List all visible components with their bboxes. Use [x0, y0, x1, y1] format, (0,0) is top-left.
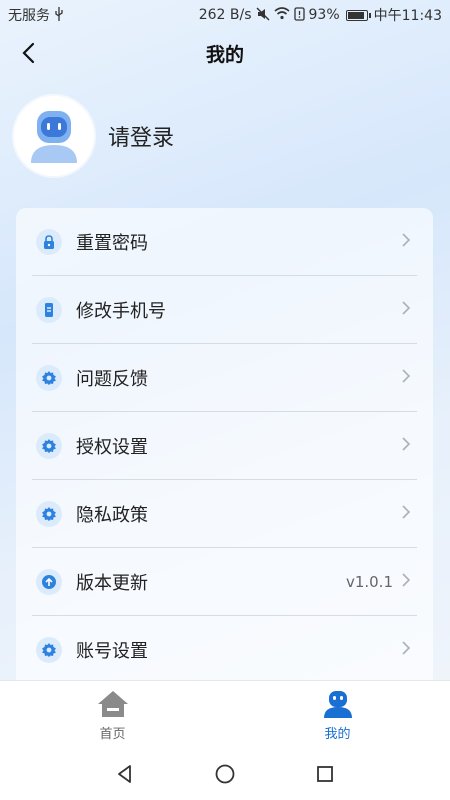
clock-text: 中午11:43 — [373, 8, 442, 24]
chevron-right-icon — [401, 504, 417, 524]
menu-item-5[interactable]: 隐私政策 — [32, 480, 417, 548]
upload-icon — [36, 568, 62, 595]
home-icon — [97, 690, 128, 717]
user-icon — [323, 690, 352, 718]
circle-home-icon — [215, 764, 235, 784]
bottom-tab-bar: 首页 我的 — [0, 680, 450, 749]
square-recents-icon — [317, 766, 333, 782]
tab-home-label: 首页 — [99, 726, 126, 742]
back-button[interactable] — [14, 38, 44, 68]
menu-item-label: 账号设置 — [76, 640, 148, 662]
menu-item-6[interactable]: 版本更新 v1.0.1 — [32, 548, 417, 616]
default-avatar-icon — [31, 111, 77, 163]
lock-icon — [36, 228, 62, 255]
menu-item-2[interactable]: 修改手机号 — [32, 276, 417, 344]
battery-percent: 93% — [308, 7, 340, 23]
wifi-icon — [273, 7, 290, 23]
tab-home[interactable]: 首页 — [0, 681, 225, 749]
menu-item-label: 重置密码 — [76, 232, 148, 254]
menu-item-label: 修改手机号 — [76, 300, 166, 322]
network-speed: 262 B/s — [198, 7, 252, 23]
menu-item-label: 隐私政策 — [76, 504, 148, 526]
mute-icon — [256, 7, 270, 24]
carrier-text: 无服务 — [8, 8, 50, 24]
chevron-right-icon — [401, 368, 417, 388]
menu-item-label: 版本更新 — [76, 572, 148, 594]
gear-icon — [36, 500, 62, 527]
login-link[interactable]: 请登录 — [108, 120, 174, 152]
page-title: 我的 — [205, 43, 244, 66]
phone-icon — [36, 296, 62, 323]
chevron-right-icon — [401, 640, 417, 660]
menu-item-label: 授权设置 — [76, 436, 148, 458]
gear-icon — [36, 364, 62, 391]
menu-item-4[interactable]: 授权设置 — [32, 412, 417, 480]
triangle-back-icon — [118, 765, 131, 783]
chevron-right-icon — [401, 300, 417, 320]
nav-back-button[interactable] — [75, 763, 175, 785]
battery-icon — [345, 9, 371, 21]
chevron-right-icon — [401, 572, 417, 592]
chevron-right-icon — [401, 232, 417, 252]
chevron-right-icon — [401, 436, 417, 456]
nav-home-button[interactable] — [175, 763, 275, 785]
gear-icon — [36, 432, 62, 459]
nav-recents-button[interactable] — [275, 763, 375, 785]
version-value: v1.0.1 — [345, 572, 393, 591]
chevron-left-icon — [22, 42, 35, 64]
menu-item-label: 问题反馈 — [76, 368, 148, 390]
menu-item-3[interactable]: 问题反馈 — [32, 344, 417, 412]
usb-icon — [54, 6, 64, 24]
gear-icon — [36, 636, 62, 663]
tab-mine[interactable]: 我的 — [225, 681, 450, 749]
menu-item-1[interactable]: 重置密码 — [32, 208, 417, 276]
title-bar: 我的 — [0, 30, 450, 76]
notification-icon — [293, 6, 305, 24]
avatar[interactable] — [14, 96, 94, 176]
status-bar: 无服务 262 B/s 93% 中午11:43 — [0, 0, 450, 30]
settings-menu: 重置密码修改手机号问题反馈授权设置隐私政策版本更新 v1.0.1 账号设置 — [16, 208, 433, 688]
menu-item-7[interactable]: 账号设置 — [32, 616, 417, 683]
profile-section[interactable]: 请登录 — [14, 96, 174, 176]
system-nav-bar — [0, 748, 450, 800]
tab-mine-label: 我的 — [324, 726, 351, 742]
